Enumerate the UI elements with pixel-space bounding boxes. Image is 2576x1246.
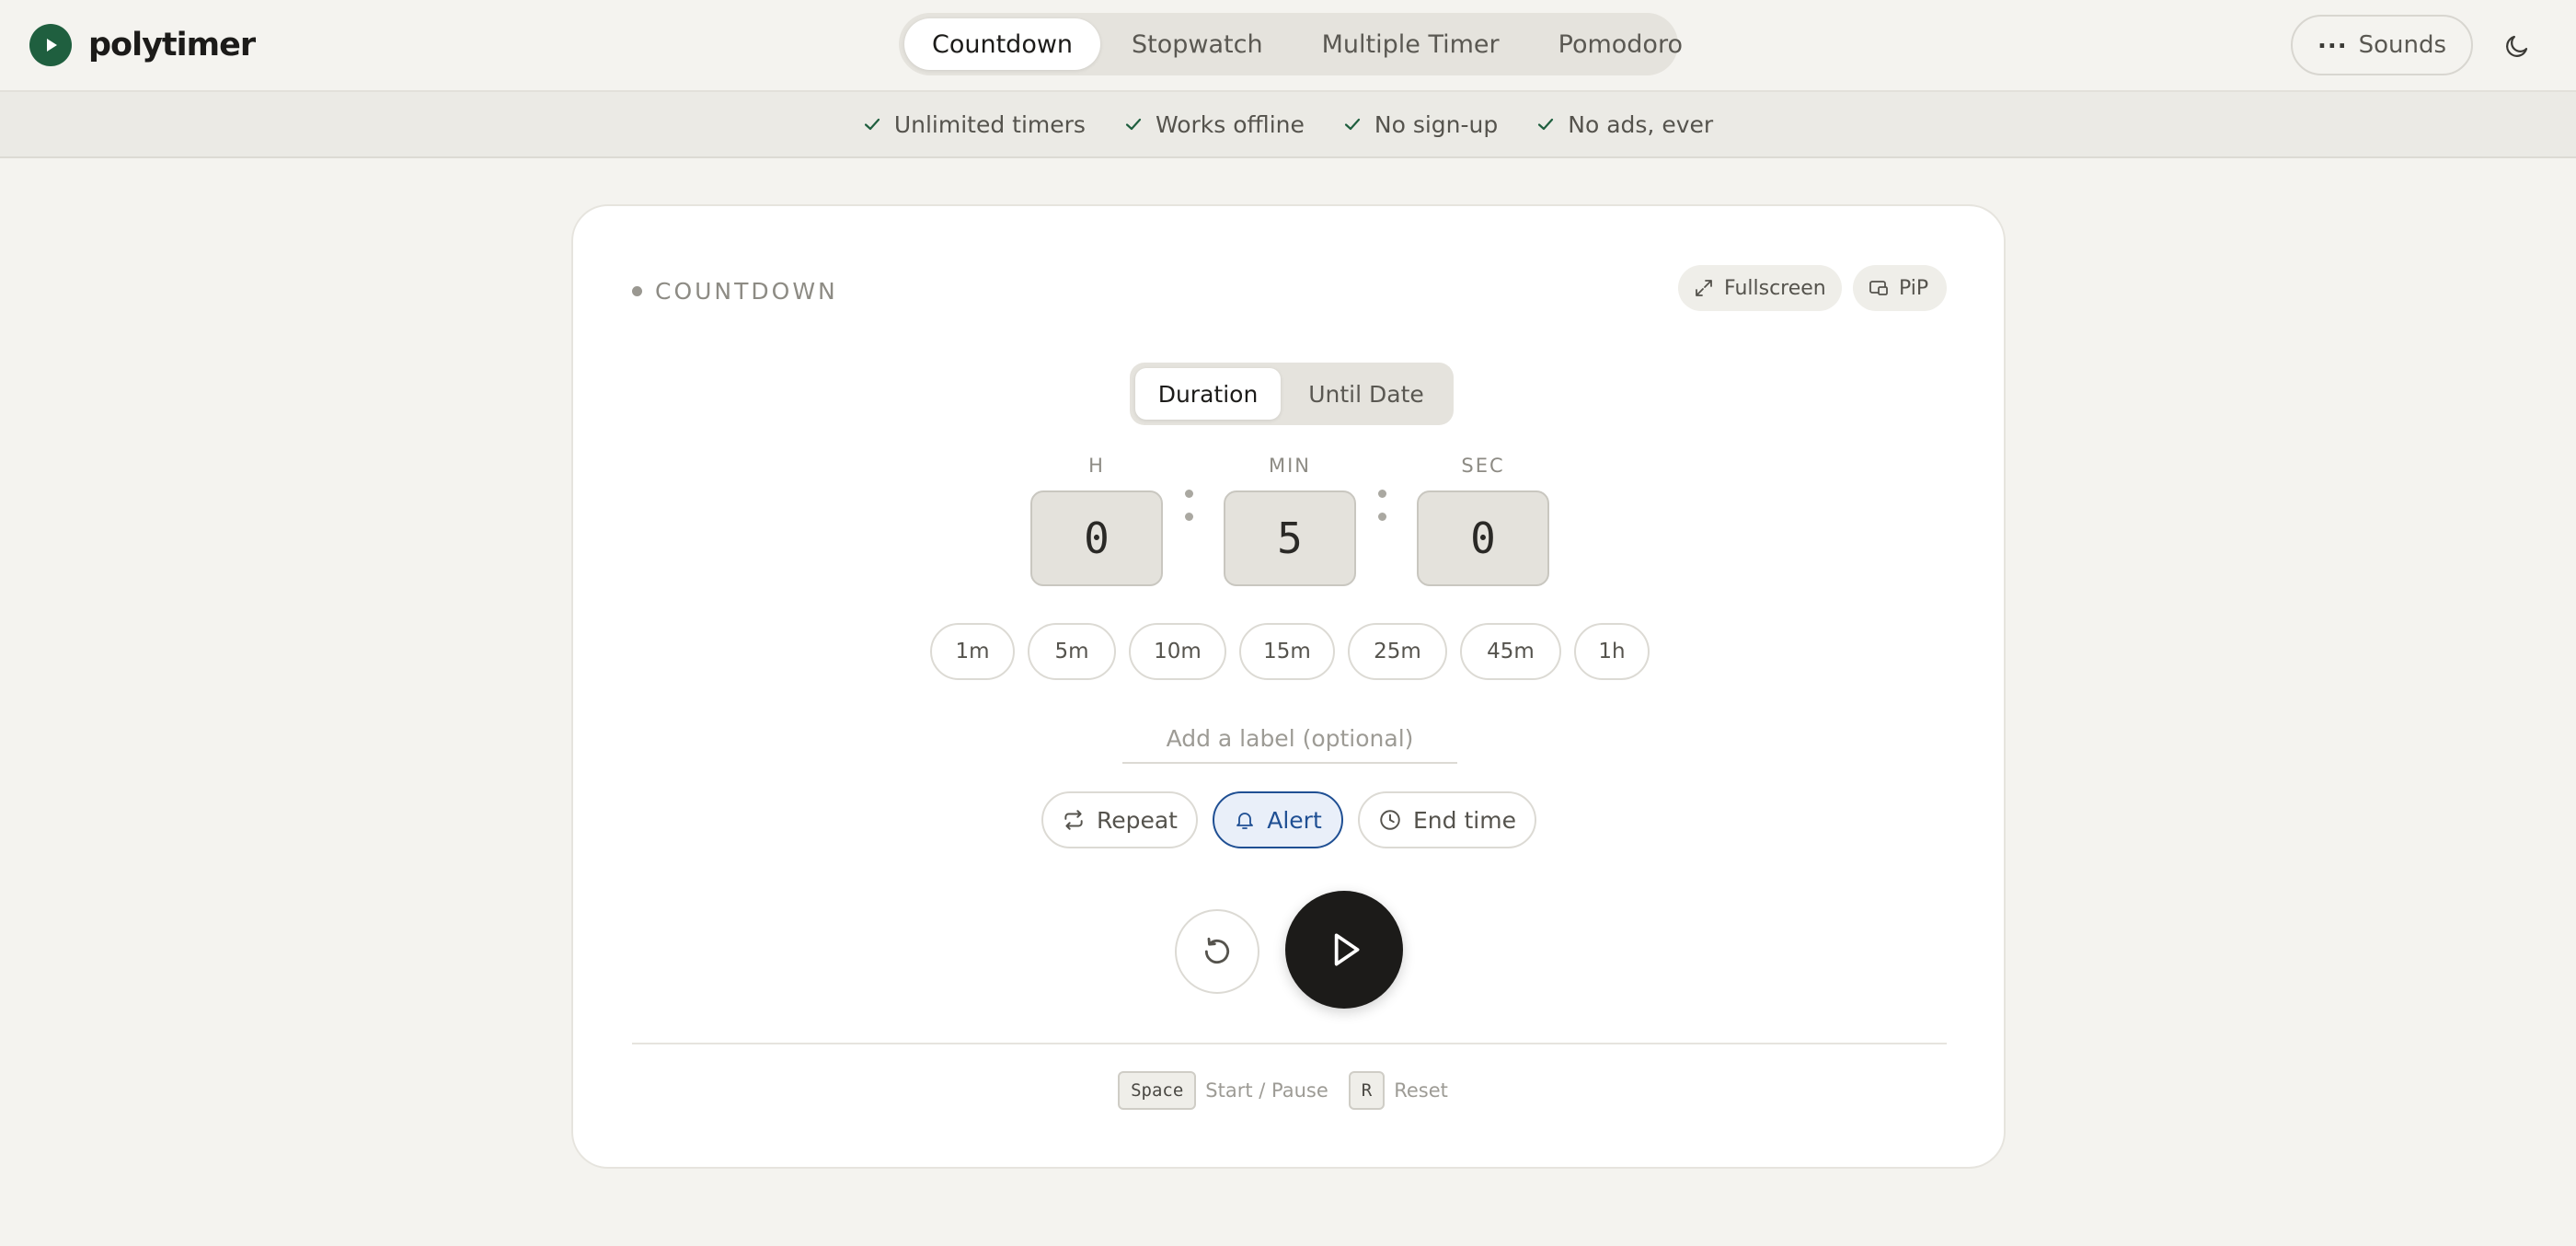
preset-row: 1m 5m 10m 15m 25m 45m 1h <box>930 623 1650 680</box>
fullscreen-label: Fullscreen <box>1724 276 1826 300</box>
feature-strip: Unlimited timers Works offline No sign-u… <box>0 92 2576 158</box>
fullscreen-button[interactable]: Fullscreen <box>1678 265 1842 311</box>
sounds-button[interactable]: ... Sounds <box>2291 15 2473 75</box>
duration-option[interactable]: Duration <box>1135 368 1281 420</box>
feature-label: No sign-up <box>1374 110 1499 138</box>
play-logo-icon <box>29 24 72 66</box>
timer-options: Repeat Alert End time <box>1041 791 1536 848</box>
countdown-mode-toggle: Duration Until Date <box>1130 363 1454 425</box>
bell-icon <box>1236 813 1254 829</box>
top-bar: polytimer Countdown Stopwatch Multiple T… <box>0 0 2576 92</box>
space-key: Space <box>1118 1071 1197 1110</box>
hours-input[interactable]: 0 <box>1030 490 1163 586</box>
feature-item: Works offline <box>1124 111 1305 138</box>
end-time-label: End time <box>1413 806 1516 834</box>
minutes-input[interactable]: 5 <box>1224 490 1356 586</box>
tab-countdown[interactable]: Countdown <box>904 18 1101 70</box>
mode-tabs: Countdown Stopwatch Multiple Timer Pomod… <box>899 13 1683 75</box>
start-pause-hint: Start / Pause <box>1205 1079 1328 1102</box>
time-separator <box>1378 490 1387 536</box>
seconds-input[interactable]: 0 <box>1417 490 1549 586</box>
preset-5m[interactable]: 5m <box>1028 623 1116 680</box>
preset-45m[interactable]: 45m <box>1460 623 1561 680</box>
moon-icon <box>2506 35 2528 57</box>
clock-icon <box>1380 810 1400 830</box>
r-key: R <box>1348 1071 1386 1110</box>
end-time-toggle[interactable]: End time <box>1358 791 1536 848</box>
keyboard-shortcuts: Space Start / Pause R Reset <box>573 1071 2004 1110</box>
preset-10m[interactable]: 10m <box>1129 623 1226 680</box>
status-dot <box>632 286 642 296</box>
sounds-label: Sounds <box>2358 31 2447 59</box>
seconds-label: SEC <box>1461 455 1505 477</box>
play-icon <box>1334 933 1360 966</box>
reset-icon <box>1204 937 1230 964</box>
feature-label: No ads, ever <box>1568 110 1714 138</box>
theme-toggle-button[interactable] <box>2495 24 2539 68</box>
check-icon <box>1344 118 1360 131</box>
tab-stopwatch[interactable]: Stopwatch <box>1104 18 1291 70</box>
feature-label: Unlimited timers <box>893 110 1086 138</box>
expand-icon <box>1696 280 1712 296</box>
repeat-icon <box>1064 810 1083 830</box>
card-divider <box>632 1043 1947 1044</box>
check-icon <box>1125 118 1142 131</box>
feature-label: Works offline <box>1155 110 1305 138</box>
timer-label-input[interactable] <box>1122 714 1457 764</box>
preset-1m[interactable]: 1m <box>930 623 1015 680</box>
time-separator <box>1185 490 1194 536</box>
feature-item: No ads, ever <box>1536 111 1713 138</box>
repeat-label: Repeat <box>1096 806 1178 834</box>
minutes-label: MIN <box>1268 455 1312 477</box>
brand-name: polytimer <box>88 27 256 63</box>
preset-15m[interactable]: 15m <box>1239 623 1335 680</box>
pip-icon <box>1869 281 1888 295</box>
reset-hint: Reset <box>1394 1079 1448 1102</box>
reset-button[interactable] <box>1175 909 1259 994</box>
pip-button[interactable]: PiP <box>1853 265 1947 311</box>
feature-item: No sign-up <box>1343 111 1498 138</box>
preset-1h[interactable]: 1h <box>1574 623 1650 680</box>
repeat-toggle[interactable]: Repeat <box>1041 791 1198 848</box>
brand[interactable]: polytimer <box>29 24 256 66</box>
card-title-text: COUNTDOWN <box>655 278 838 305</box>
hours-label: H <box>1088 455 1105 477</box>
tab-pomodoro[interactable]: Pomodoro <box>1531 18 1710 70</box>
until-date-option[interactable]: Until Date <box>1284 368 1448 420</box>
countdown-card: COUNTDOWN Fullscreen PiP Duration Until … <box>571 204 2006 1169</box>
more-dots-icon: ... <box>2317 27 2348 54</box>
card-title: COUNTDOWN <box>632 278 838 305</box>
preset-25m[interactable]: 25m <box>1348 623 1447 680</box>
check-icon <box>1538 118 1554 131</box>
alert-label: Alert <box>1267 806 1322 834</box>
start-button[interactable] <box>1285 891 1403 1009</box>
tab-multiple-timer[interactable]: Multiple Timer <box>1294 18 1527 70</box>
alert-toggle[interactable]: Alert <box>1213 791 1343 848</box>
check-icon <box>864 118 880 131</box>
feature-item: Unlimited timers <box>863 111 1086 138</box>
pip-label: PiP <box>1899 276 1929 300</box>
